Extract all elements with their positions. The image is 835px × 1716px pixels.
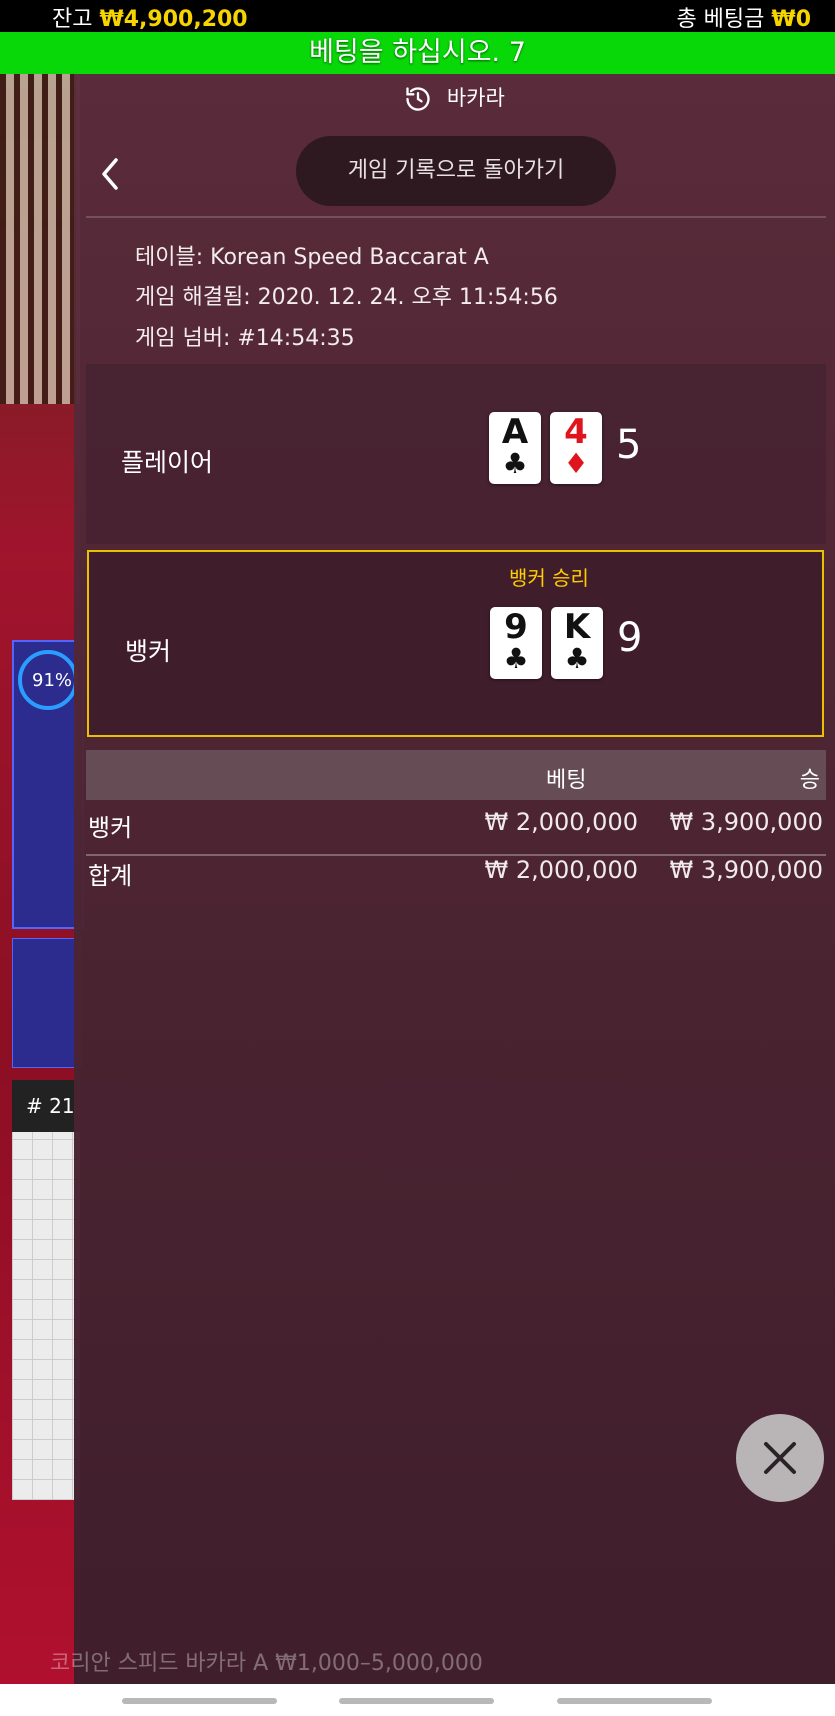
resolved-time-info: 게임 해결됨: 2020. 12. 24. 오후 11:54:56 — [135, 285, 558, 310]
total-bet-display: 총 베팅금 ₩0 — [676, 1, 811, 33]
club-suit-icon: ♣ — [564, 642, 590, 675]
nav-recents-button[interactable] — [122, 1698, 277, 1704]
bet-amount: ₩ 2,000,000 — [484, 808, 638, 836]
diamond-suit-icon: ♦ — [563, 447, 589, 480]
club-suit-icon: ♣ — [503, 642, 529, 675]
banker-win-label: 뱅커 승리 — [509, 566, 589, 590]
panel-title: 바카라 — [446, 86, 505, 110]
roadmap-grid — [12, 1132, 80, 1500]
close-button[interactable] — [736, 1414, 824, 1502]
club-suit-icon: ♣ — [502, 447, 528, 480]
banker-card-1: 9 ♣ — [490, 607, 542, 679]
balance-label: 잔고 — [52, 7, 93, 32]
roadmap-panel: # 21 — [12, 1080, 80, 1500]
total-label: 합계 — [88, 862, 133, 890]
bets-table-header: 베팅 승 — [86, 750, 826, 800]
bet-name: 뱅커 — [88, 814, 133, 842]
back-to-history-button[interactable]: 게임 기록으로 돌아가기 — [296, 136, 616, 206]
table-total-row: 합계 ₩ 2,000,000 ₩ 3,900,000 — [86, 852, 826, 896]
card-rank: K — [563, 607, 591, 647]
win-amount: ₩ 3,900,000 — [669, 808, 823, 836]
player-hand-row: 플레이어 A ♣ 4 ♦ 5 — [86, 364, 826, 544]
history-icon — [404, 86, 447, 111]
total-bet-label: 총 베팅금 — [676, 7, 765, 32]
nav-home-button[interactable] — [339, 1698, 494, 1704]
banker-hand-row: 뱅커 승리 뱅커 9 ♣ K ♣ 9 — [87, 550, 824, 737]
card-rank: 4 — [564, 412, 588, 452]
table-info: 테이블: Korean Speed Baccarat A — [135, 245, 489, 270]
win-column-header: 승 — [799, 768, 820, 793]
banker-score: 9 — [617, 615, 643, 661]
game-history-panel: 바카라 게임 기록으로 돌아가기 테이블: Korean Speed Bacca… — [74, 74, 835, 1684]
panel-header: 바카라 — [74, 82, 835, 113]
nav-back-button[interactable] — [557, 1698, 712, 1704]
system-navigation-bar — [0, 1684, 835, 1716]
header-divider — [86, 216, 826, 218]
balance-display: 잔고 ₩4,900,200 — [52, 1, 248, 33]
roadmap-header: # 21 — [12, 1080, 80, 1132]
timer-text: 91% — [32, 670, 73, 691]
table-row: 뱅커 ₩ 2,000,000 ₩ 3,900,000 — [86, 804, 826, 848]
background-lattice — [0, 74, 80, 404]
back-button[interactable] — [94, 154, 126, 194]
betting-status-banner: 베팅을 하십시오. 7 — [0, 32, 835, 74]
chevron-left-icon — [94, 158, 126, 198]
player-card-1: A ♣ — [489, 412, 541, 484]
player-card-2: 4 ♦ — [550, 412, 602, 484]
banker-label: 뱅커 — [125, 637, 172, 666]
card-rank: 9 — [504, 607, 528, 647]
side-bet-spot[interactable] — [12, 938, 82, 1068]
banker-card-2: K ♣ — [551, 607, 603, 679]
game-number-info: 게임 넘버: #14:54:35 — [135, 326, 355, 351]
top-status-bar: 잔고 ₩4,900,200 총 베팅금 ₩0 — [0, 0, 835, 32]
total-win-amount: ₩ 3,900,000 — [669, 856, 823, 884]
player-score: 5 — [616, 422, 642, 468]
bet-column-header: 베팅 — [546, 768, 587, 793]
card-rank: A — [501, 412, 529, 452]
total-bet-value: ₩0 — [771, 7, 811, 32]
table-limits-text: 코리안 스피드 바카라 A ₩1,000–5,000,000 — [50, 1651, 483, 1676]
balance-value: ₩4,900,200 — [99, 7, 248, 32]
player-label: 플레이어 — [121, 448, 214, 477]
total-bet-amount: ₩ 2,000,000 — [484, 856, 638, 884]
